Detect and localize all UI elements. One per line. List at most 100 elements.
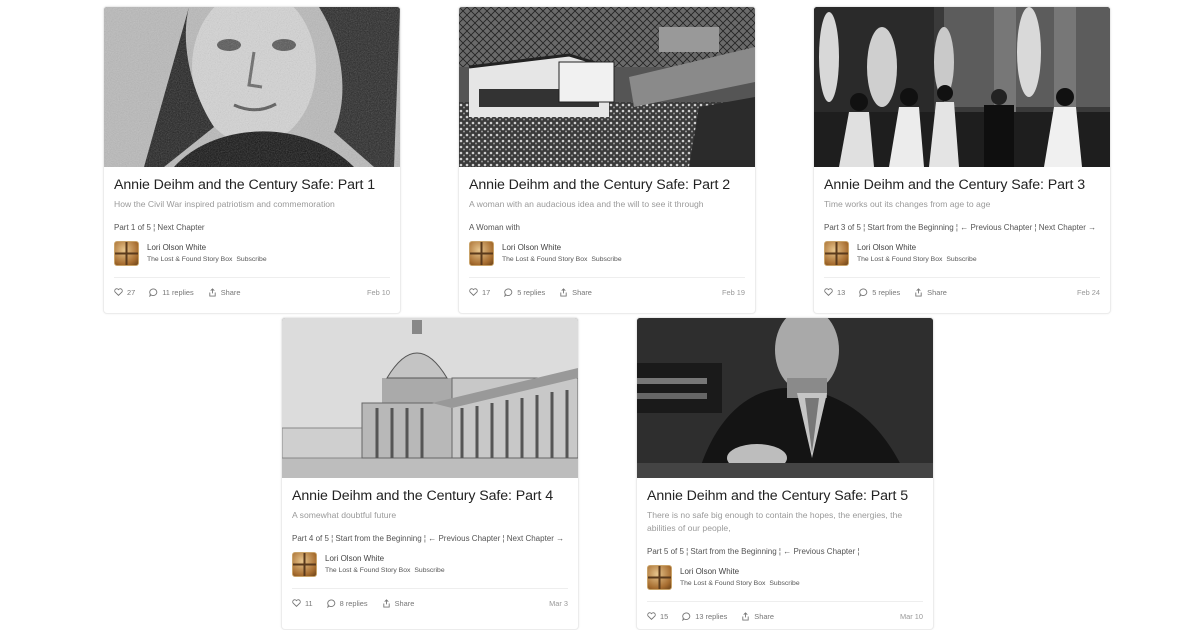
chapter-nav[interactable]: Part 1 of 5 ¦ Next Chapter: [114, 222, 390, 234]
subscribe-link[interactable]: Subscribe: [236, 256, 266, 263]
post-image[interactable]: [282, 318, 578, 478]
like-button[interactable]: 15: [647, 612, 668, 621]
comment-icon: [326, 598, 335, 608]
post-date: Feb 19: [721, 287, 745, 297]
avatar[interactable]: [647, 565, 672, 590]
reply-count: 8 replies: [339, 598, 368, 608]
post-title[interactable]: Annie Deihm and the Century Safe: Part 1: [114, 176, 390, 194]
author-name[interactable]: Lori Olson White: [325, 553, 445, 564]
like-count: 11: [305, 598, 313, 608]
author-block: Lori Olson White The Lost & Found Story …: [292, 552, 568, 577]
avatar[interactable]: [824, 241, 849, 266]
post-card[interactable]: Annie Deihm and the Century Safe: Part 4…: [281, 317, 579, 630]
like-count: 15: [660, 611, 669, 621]
reply-count: 5 replies: [872, 287, 901, 297]
post-image[interactable]: [459, 7, 755, 167]
like-button[interactable]: 13: [824, 288, 845, 297]
subscribe-link[interactable]: Subscribe: [591, 256, 621, 263]
heart-icon: [292, 599, 301, 607]
post-card[interactable]: Annie Deihm and the Century Safe: Part 1…: [103, 6, 401, 314]
replies-button[interactable]: 5 replies: [504, 288, 545, 297]
comment-icon: [504, 287, 513, 297]
share-label: Share: [754, 611, 775, 621]
post-subtitle: How the Civil War inspired patriotism an…: [114, 199, 335, 209]
chapter-nav[interactable]: Part 4 of 5 ¦ Start from the Beginning ¦…: [292, 533, 568, 545]
post-image[interactable]: [637, 318, 933, 478]
chapter-nav[interactable]: A Woman with: [469, 222, 745, 234]
subscribe-link[interactable]: Subscribe: [946, 256, 976, 263]
post-date: Feb 10: [366, 287, 390, 297]
subscribe-link[interactable]: Subscribe: [769, 580, 799, 587]
like-button[interactable]: 27: [114, 288, 135, 297]
post-meta: 17 5 replies Share Feb 19: [469, 278, 745, 306]
post-subtitle: There is no safe big enough to contain t…: [647, 510, 903, 533]
reply-count: 13 replies: [695, 611, 728, 621]
post-date: Mar 3: [549, 598, 568, 608]
reply-count: 11 replies: [162, 287, 194, 297]
share-label: Share: [394, 598, 415, 608]
publication-name[interactable]: The Lost & Found Story Box: [147, 256, 232, 263]
heart-icon: [114, 288, 123, 296]
share-button[interactable]: Share: [208, 287, 240, 297]
post-card[interactable]: Annie Deihm and the Century Safe: Part 3…: [813, 6, 1111, 314]
post-title[interactable]: Annie Deihm and the Century Safe: Part 3: [824, 176, 1100, 194]
author-name[interactable]: Lori Olson White: [857, 242, 977, 253]
share-button[interactable]: Share: [914, 288, 947, 297]
heart-icon: [824, 288, 833, 296]
comment-icon: [682, 611, 691, 621]
heart-icon: [647, 612, 656, 620]
like-button[interactable]: 17: [469, 288, 490, 297]
post-meta: 13 5 replies Share Feb 24: [824, 278, 1100, 306]
comment-icon: [149, 287, 158, 297]
publication-name[interactable]: The Lost & Found Story Box: [502, 256, 587, 263]
share-icon: [560, 287, 567, 297]
share-button[interactable]: Share: [382, 598, 415, 608]
share-button[interactable]: Share: [559, 288, 592, 297]
post-image[interactable]: [814, 7, 1110, 167]
post-meta: 11 8 replies Share Mar 3: [292, 589, 568, 617]
replies-button[interactable]: 11 replies: [149, 288, 194, 297]
author-block: Lori Olson White The Lost & Found Story …: [469, 241, 745, 266]
post-image[interactable]: [104, 7, 400, 167]
author-block: Lori Olson White The Lost & Found Story …: [647, 565, 923, 590]
author-name[interactable]: Lori Olson White: [502, 242, 622, 253]
like-count: 17: [482, 287, 491, 297]
post-subtitle: Time works out its changes from age to a…: [824, 199, 991, 209]
publication-name[interactable]: The Lost & Found Story Box: [325, 567, 410, 574]
like-button[interactable]: 11: [292, 599, 313, 608]
heart-icon: [469, 288, 478, 296]
author-name[interactable]: Lori Olson White: [147, 242, 267, 253]
share-icon: [382, 598, 390, 608]
subscribe-link[interactable]: Subscribe: [414, 567, 444, 574]
avatar[interactable]: [469, 241, 494, 266]
chapter-nav[interactable]: Part 5 of 5 ¦ Start from the Beginning ¦…: [647, 546, 923, 558]
publication-line: The Lost & Found Story Box Subscribe: [680, 579, 800, 589]
author-block: Lori Olson White The Lost & Found Story …: [824, 241, 1100, 266]
share-label: Share: [572, 287, 592, 297]
publication-name[interactable]: The Lost & Found Story Box: [680, 580, 765, 587]
author-block: Lori Olson White The Lost & Found Story …: [114, 241, 390, 266]
publication-line: The Lost & Found Story Box Subscribe: [147, 255, 267, 265]
post-title[interactable]: Annie Deihm and the Century Safe: Part 5: [647, 487, 923, 505]
post-card[interactable]: Annie Deihm and the Century Safe: Part 2…: [458, 6, 756, 314]
post-meta: 27 11 replies Share Feb 10: [114, 278, 390, 306]
avatar[interactable]: [114, 241, 139, 266]
author-name[interactable]: Lori Olson White: [680, 566, 800, 577]
post-date: Feb 24: [1076, 287, 1100, 297]
post-card[interactable]: Annie Deihm and the Century Safe: Part 5…: [636, 317, 934, 630]
publication-name[interactable]: The Lost & Found Story Box: [857, 256, 942, 263]
publication-line: The Lost & Found Story Box Subscribe: [325, 566, 445, 576]
replies-button[interactable]: 5 replies: [859, 288, 900, 297]
post-title[interactable]: Annie Deihm and the Century Safe: Part 2: [469, 176, 745, 194]
publication-line: The Lost & Found Story Box Subscribe: [857, 255, 977, 265]
chapter-nav[interactable]: Part 3 of 5 ¦ Start from the Beginning ¦…: [824, 222, 1100, 234]
post-date: Mar 10: [899, 611, 923, 621]
post-subtitle: A woman with an audacious idea and the w…: [469, 199, 704, 209]
replies-button[interactable]: 8 replies: [326, 598, 368, 608]
share-button[interactable]: Share: [741, 612, 774, 621]
share-icon: [209, 287, 216, 297]
replies-button[interactable]: 13 replies: [682, 612, 727, 621]
post-title[interactable]: Annie Deihm and the Century Safe: Part 4: [292, 487, 568, 505]
avatar[interactable]: [292, 552, 317, 577]
comment-icon: [859, 287, 868, 297]
